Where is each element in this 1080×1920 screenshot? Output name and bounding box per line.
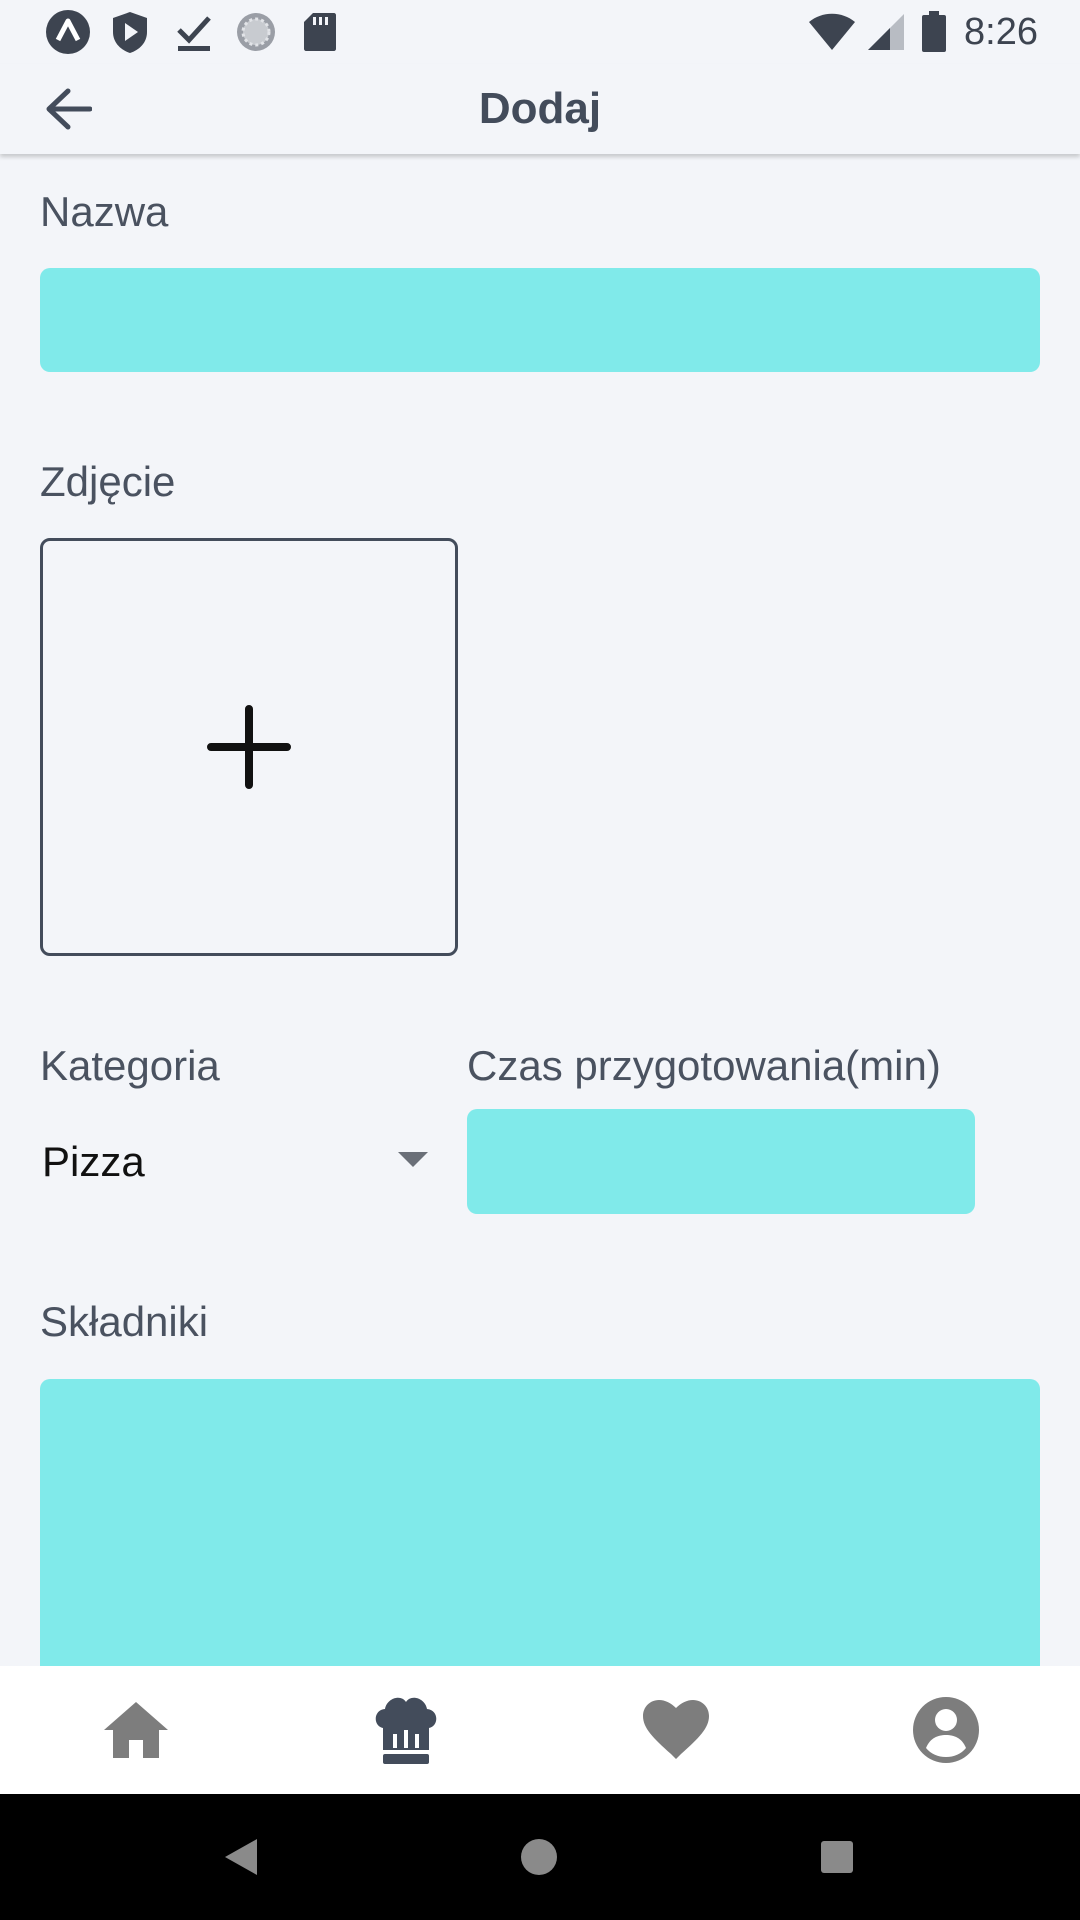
system-back-button[interactable]	[208, 1824, 274, 1890]
bottom-navigation	[0, 1666, 1080, 1794]
photo-label: Zdjęcie	[40, 458, 176, 505]
app-a-icon	[44, 10, 92, 54]
account-circle-icon	[913, 1697, 979, 1763]
nav-home[interactable]	[86, 1682, 186, 1778]
top-app-bar: Dodaj	[0, 64, 1080, 154]
chevron-down-icon	[398, 1152, 428, 1167]
page-title: Dodaj	[478, 84, 602, 133]
download-done-icon	[170, 10, 218, 54]
system-navigation-bar	[0, 1794, 1080, 1920]
name-label: Nazwa	[40, 188, 169, 235]
name-input[interactable]	[40, 268, 1040, 372]
plus-icon	[207, 705, 291, 789]
ingredients-label: Składniki	[40, 1298, 209, 1345]
status-time: 8:26	[964, 11, 1038, 53]
prep-time-label: Czas przygotowania(min)	[467, 1042, 941, 1089]
home-icon	[104, 1702, 168, 1758]
cell-signal-icon	[862, 10, 910, 54]
sd-card-icon	[296, 10, 344, 54]
battery-icon	[910, 10, 958, 54]
system-recents-button[interactable]	[804, 1824, 870, 1890]
add-photo-button[interactable]	[40, 538, 458, 956]
wifi-icon	[808, 10, 856, 54]
triangle-back-icon	[225, 1839, 257, 1875]
circle-home-icon	[521, 1839, 557, 1875]
category-select[interactable]: Pizza	[40, 1120, 428, 1206]
nav-favorites[interactable]	[626, 1682, 726, 1778]
sync-circle-icon	[232, 10, 280, 54]
category-selected-value: Pizza	[42, 1138, 145, 1185]
category-label: Kategoria	[40, 1042, 220, 1089]
heart-icon	[643, 1700, 709, 1759]
shield-play-icon	[106, 10, 154, 54]
prep-time-input[interactable]	[467, 1109, 975, 1214]
status-bar: 8:26	[0, 0, 1080, 64]
nav-profile[interactable]	[896, 1682, 996, 1778]
square-recents-icon	[821, 1841, 853, 1873]
chef-hat-icon	[375, 1697, 437, 1764]
system-home-button[interactable]	[506, 1824, 572, 1890]
nav-recipes[interactable]	[356, 1682, 456, 1778]
ingredients-textarea[interactable]	[40, 1379, 1040, 1679]
